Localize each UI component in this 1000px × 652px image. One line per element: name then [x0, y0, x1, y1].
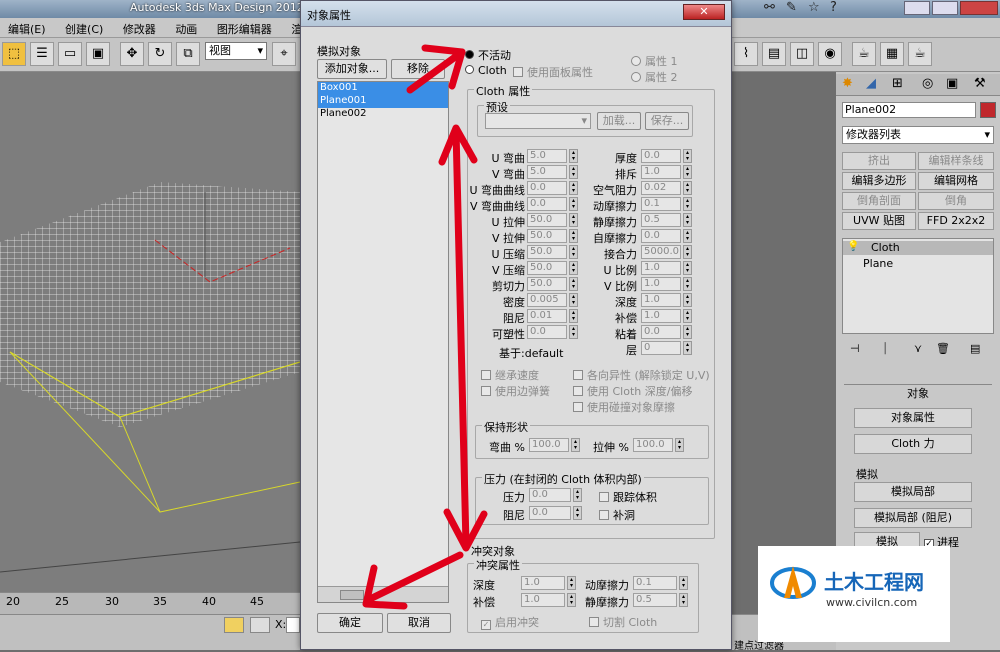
brand-logo: [770, 566, 816, 599]
watermark: 土木工程网 www.civilcn.com: [758, 546, 950, 642]
brand-url: www.civilcn.com: [826, 596, 918, 609]
brand-name: 土木工程网: [824, 570, 924, 594]
arrow-to-ok: [368, 551, 464, 602]
double-arrow-vertical: [452, 126, 470, 549]
